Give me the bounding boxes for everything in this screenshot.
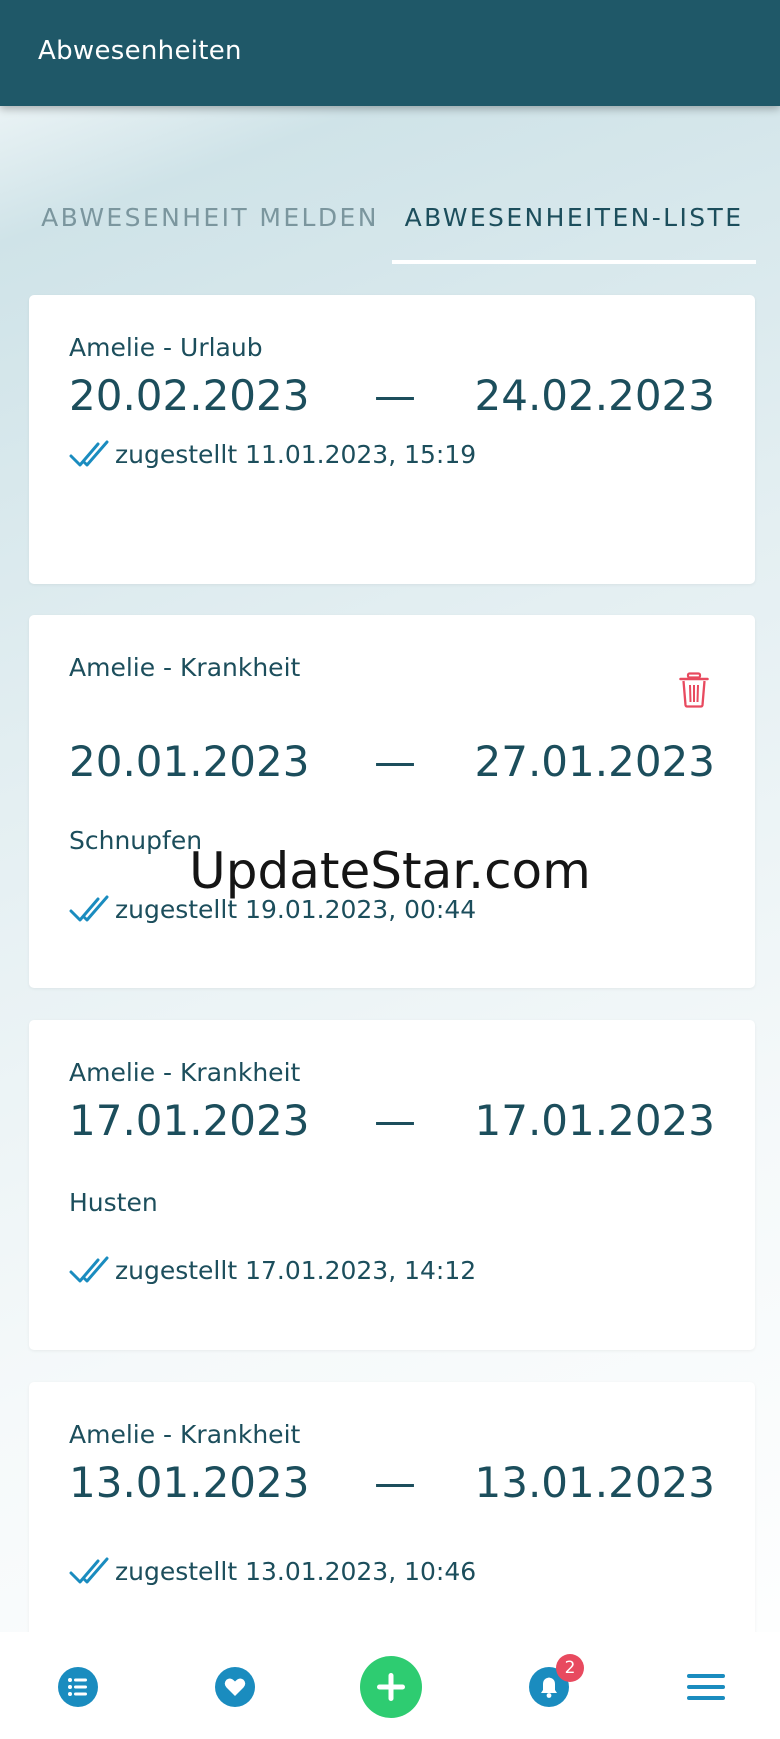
menu-icon[interactable] [685,1670,727,1704]
notifications-button[interactable]: 2 [528,1654,584,1708]
page-title: Abwesenheiten [38,36,242,66]
bottom-navigation: 2 [0,1632,780,1739]
date-from: 20.01.2023 [69,737,310,786]
app-bar: Abwesenheiten [0,0,780,106]
watermark: UpdateStar.com [189,842,591,900]
date-to: 17.01.2023 [474,1096,715,1145]
date-from: 17.01.2023 [69,1096,310,1145]
date-from: 20.02.2023 [69,371,310,420]
absence-title: Amelie - Urlaub [69,333,263,362]
date-to: 13.01.2023 [474,1458,715,1507]
double-check-icon [69,440,109,467]
tab-absence-list[interactable]: ABWESENHEITEN-LISTE [392,190,756,266]
absence-note: Husten [69,1188,158,1217]
delivery-status: zugestellt 11.01.2023, 15:19 [69,437,476,471]
double-check-icon [69,1557,109,1584]
trash-icon[interactable] [679,672,709,708]
status-text: zugestellt 11.01.2023, 15:19 [115,439,477,469]
delivery-status: zugestellt 17.01.2023, 14:12 [69,1253,476,1287]
active-tab-indicator [392,260,756,264]
date-separator: — [374,1096,416,1145]
status-text: zugestellt 17.01.2023, 14:12 [115,1255,477,1285]
date-to: 27.01.2023 [474,737,715,786]
status-text: zugestellt 13.01.2023, 10:46 [115,1556,477,1586]
date-to: 24.02.2023 [474,371,715,420]
tab-bar: ABWESENHEIT MELDEN ABWESENHEITEN-LISTE [0,190,780,266]
absence-card[interactable]: Amelie - Urlaub 20.02.2023 — 24.02.2023 … [29,295,755,584]
absence-title: Amelie - Krankheit [69,1058,301,1087]
tab-report-absence[interactable]: ABWESENHEIT MELDEN [30,190,390,266]
delivery-status: zugestellt 13.01.2023, 10:46 [69,1554,476,1588]
absence-title: Amelie - Krankheit [69,653,301,682]
date-separator: — [374,737,416,786]
double-check-icon [69,1256,109,1283]
absence-title: Amelie - Krankheit [69,1420,301,1449]
date-separator: — [374,371,416,420]
date-from: 13.01.2023 [69,1458,310,1507]
absence-card[interactable]: Amelie - Krankheit 17.01.2023 — 17.01.20… [29,1020,755,1350]
heart-icon[interactable] [214,1666,256,1708]
plus-icon[interactable] [359,1655,423,1719]
notification-badge: 2 [556,1654,584,1682]
absence-card[interactable]: Amelie - Krankheit 20.01.2023 — 27.01.20… [29,615,755,988]
date-separator: — [374,1458,416,1507]
list-icon[interactable] [57,1666,99,1708]
